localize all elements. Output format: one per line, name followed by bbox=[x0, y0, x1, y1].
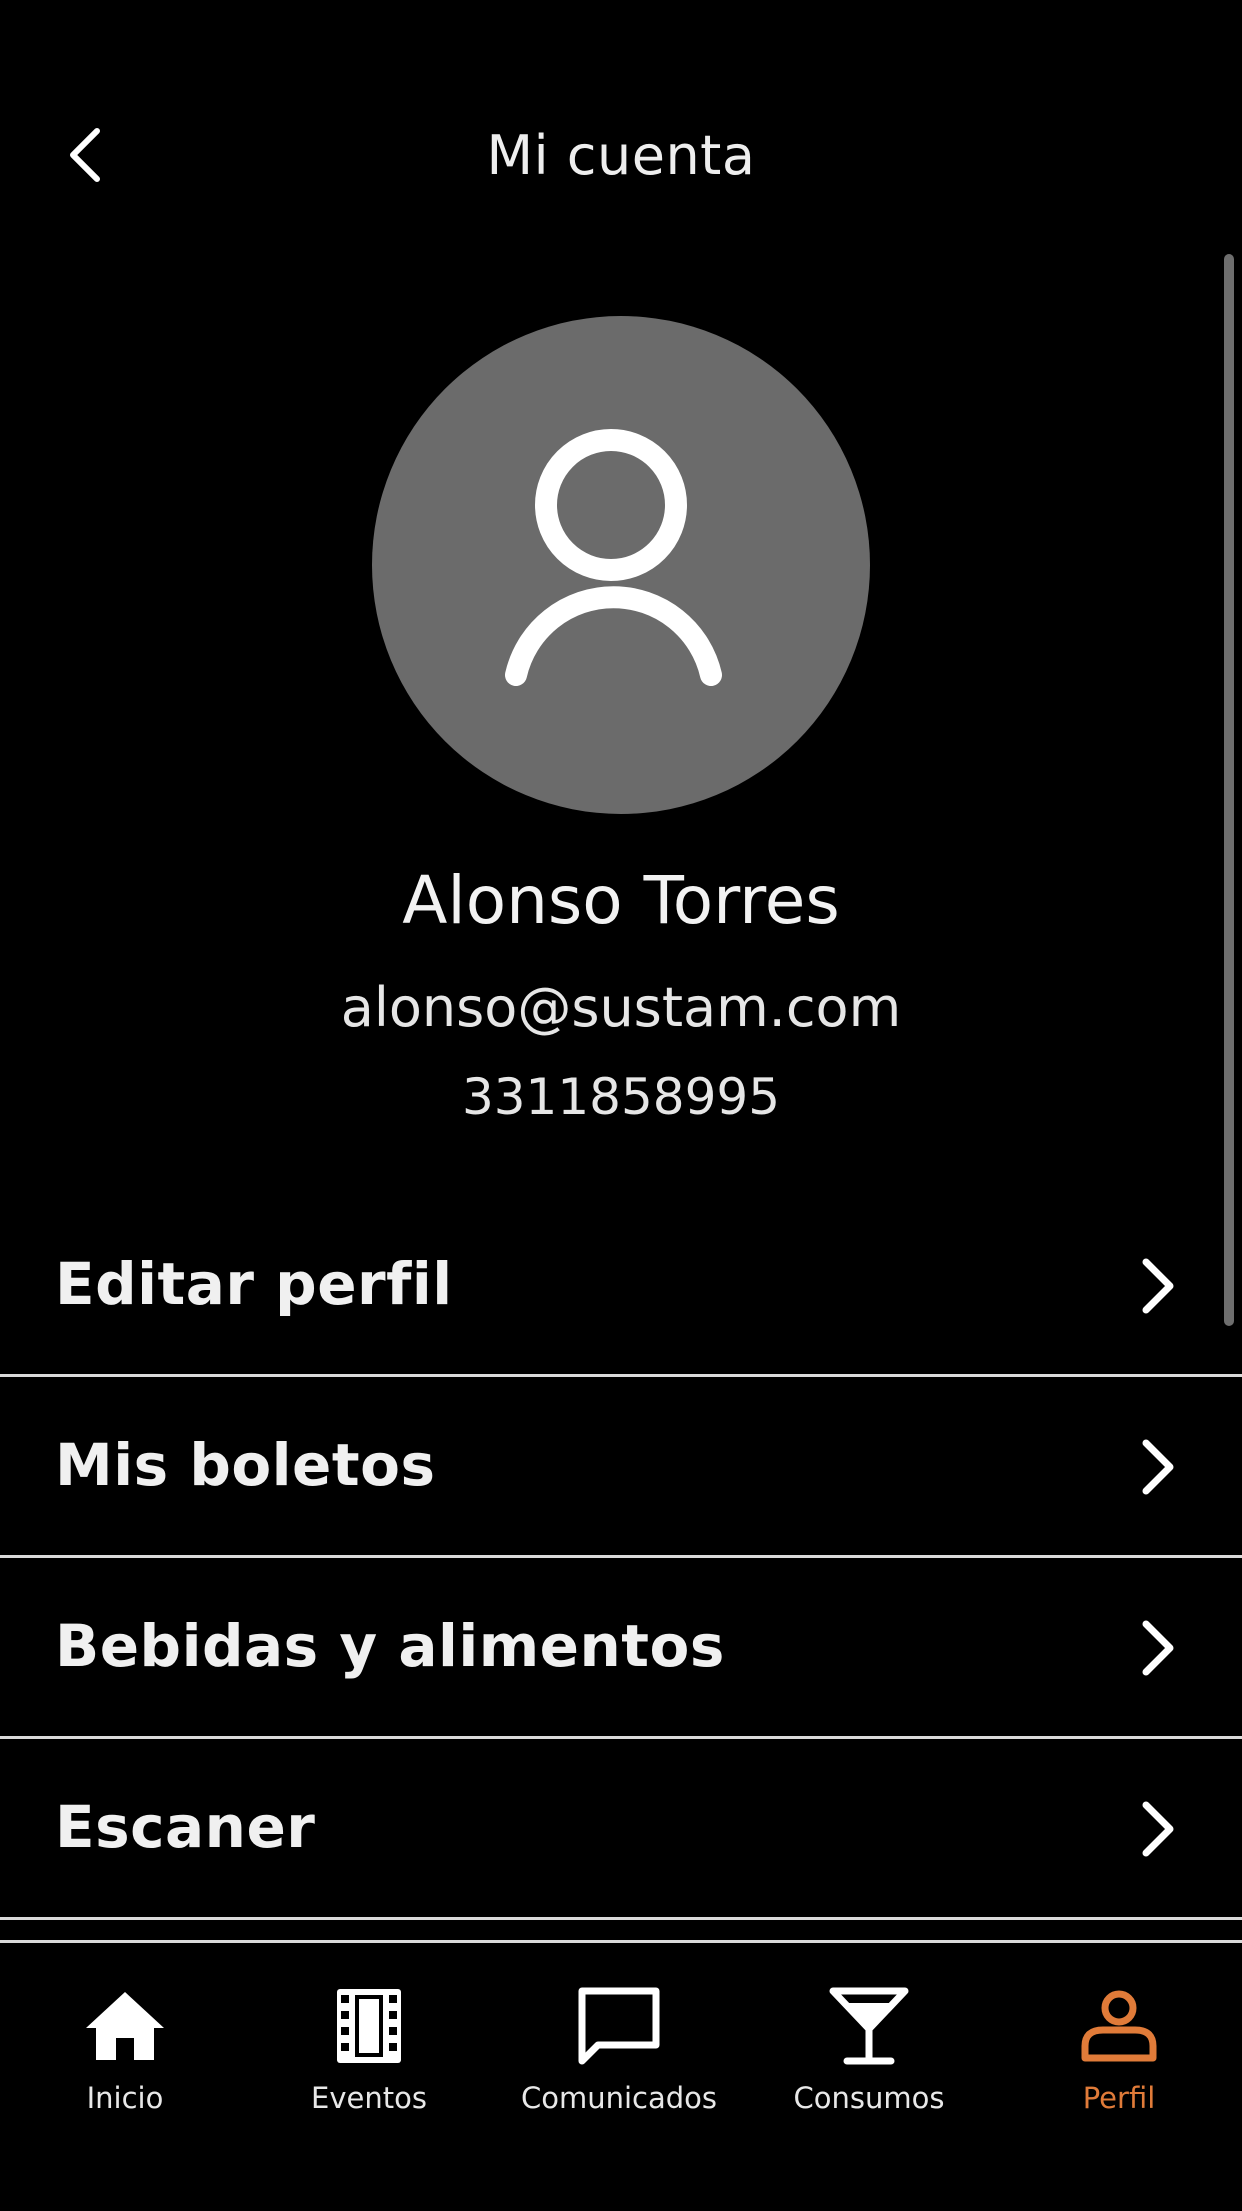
film-icon bbox=[337, 1989, 401, 2063]
menu-item-label: Escaner bbox=[55, 1793, 316, 1861]
chevron-right-icon bbox=[1142, 1801, 1174, 1857]
tab-label: Inicio bbox=[86, 2081, 164, 2115]
chevron-right-icon bbox=[1142, 1439, 1174, 1495]
menu-item-bebidas-y-alimentos[interactable]: Bebidas y alimentos bbox=[0, 1558, 1242, 1739]
menu-item-editar-perfil[interactable]: Editar perfil bbox=[0, 1196, 1242, 1377]
menu-item-mis-boletos[interactable]: Mis boletos bbox=[0, 1377, 1242, 1558]
tab-label: Eventos bbox=[311, 2081, 427, 2115]
menu-item-label: Mis boletos bbox=[55, 1431, 436, 1499]
tab-label: Comunicados bbox=[520, 2081, 718, 2115]
person-icon bbox=[1081, 1990, 1157, 2062]
page-title: Mi cuenta bbox=[486, 124, 756, 187]
avatar[interactable] bbox=[372, 316, 870, 814]
tab-perfil[interactable]: Perfil bbox=[994, 1943, 1242, 2143]
menu-item-label: Bebidas y alimentos bbox=[55, 1612, 725, 1680]
menu-item-escaner[interactable]: Escaner bbox=[0, 1739, 1242, 1920]
tab-label: Consumos bbox=[793, 2081, 945, 2115]
tab-eventos[interactable]: Eventos bbox=[244, 1943, 494, 2143]
cocktail-glass-icon bbox=[829, 1987, 909, 2065]
user-name: Alonso Torres bbox=[402, 862, 840, 939]
top-header: Mi cuenta bbox=[0, 100, 1242, 220]
user-email: alonso@sustam.com bbox=[340, 976, 902, 1039]
bottom-tab-bar: Inicio Eventos Comunicados Consumos Perf… bbox=[0, 1940, 1242, 2211]
user-outline-icon bbox=[505, 429, 722, 686]
tab-comunicados[interactable]: Comunicados bbox=[494, 1943, 744, 2143]
chevron-right-icon bbox=[1142, 1620, 1174, 1676]
chat-bubble-icon bbox=[578, 1987, 660, 2065]
scrollbar[interactable] bbox=[1224, 254, 1234, 1326]
tab-consumos[interactable]: Consumos bbox=[744, 1943, 994, 2143]
menu-item-label: Editar perfil bbox=[55, 1250, 453, 1318]
tab-inicio[interactable]: Inicio bbox=[0, 1943, 250, 2143]
chevron-right-icon bbox=[1142, 1258, 1174, 1314]
home-icon bbox=[86, 1992, 164, 2060]
account-menu: Editar perfil Mis boletos Bebidas y alim… bbox=[0, 1196, 1242, 1920]
user-phone: 3311858995 bbox=[461, 1068, 781, 1126]
tab-label: Perfil bbox=[1082, 2081, 1156, 2115]
